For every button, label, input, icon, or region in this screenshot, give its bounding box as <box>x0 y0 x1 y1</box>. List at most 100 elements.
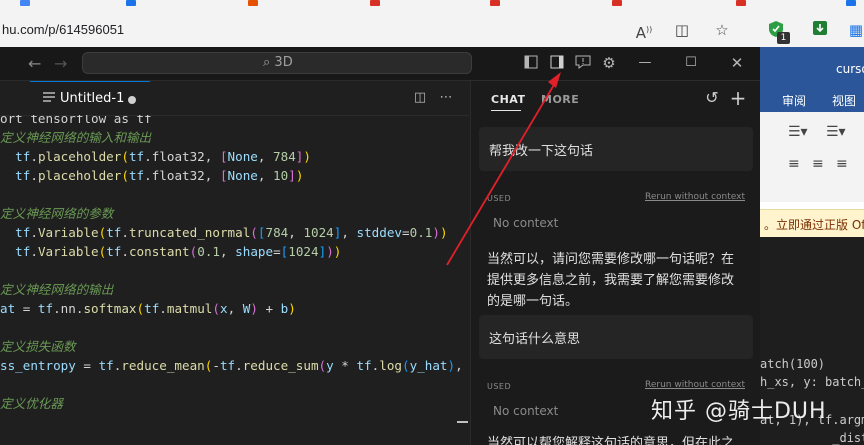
background-code-line: _dist <box>760 431 864 445</box>
code-line[interactable]: tf.Variable(tf.truncated_normal([784, 10… <box>0 223 447 242</box>
reply-line: 当然可以，请问您需要修改哪一句话呢？在 <box>487 252 735 267</box>
code-token: tf <box>106 225 122 240</box>
code-token: Variable <box>37 244 99 259</box>
no-context-label: No context <box>493 404 559 418</box>
minimize-icon[interactable]: — <box>637 55 653 71</box>
extension-badge: 1 <box>777 32 790 44</box>
code-line[interactable]: 定义优化器 <box>0 394 63 413</box>
search-icon: ⌕ <box>263 55 271 70</box>
tab-more[interactable]: MORE <box>541 93 579 106</box>
minimap-scroll-marker[interactable] <box>457 421 468 423</box>
license-notice-bar: 。立即通过正版 Of <box>760 209 864 239</box>
code-line[interactable]: tf.Variable(tf.constant(0.1, shape=[1024… <box>0 242 341 261</box>
code-line[interactable]: at = tf.nn.softmax(tf.matmul(x, W) + b) <box>0 299 296 318</box>
code-token: .float32, <box>144 168 220 183</box>
license-notice-text[interactable]: 。立即通过正版 Of <box>764 216 864 233</box>
reply-line: 提供更多信息之前，我需要了解您需要修改 <box>487 273 735 288</box>
code-token: 定义神经网络的参数 <box>0 206 114 221</box>
code-token: , <box>219 244 236 259</box>
code-token: tf <box>219 358 236 373</box>
code-token: . <box>30 168 38 183</box>
code-token: . <box>159 301 167 316</box>
unsaved-dot-icon[interactable] <box>128 96 136 104</box>
feedback-icon[interactable] <box>575 55 591 71</box>
align-right-icon[interactable]: ≡ <box>836 156 848 172</box>
used-label: USED <box>487 382 512 391</box>
word-ribbon: ☰▾ ☰▾ ≡ ≡ ≡ <box>760 112 864 202</box>
code-token: ( <box>250 225 258 240</box>
chat-panel: CHAT MORE ↺ + 帮我改一下这句话 USED Rerun withou… <box>470 81 760 445</box>
code-editor-window: ← → ⌕ 3D ⚙ — ☐ ✕ Untitled-1 ◫ ⋯ ort tens… <box>0 47 760 445</box>
sidebar-icon[interactable]: ▦ <box>846 20 864 40</box>
user-message-text: 这句话什么意思 <box>489 332 581 347</box>
close-icon[interactable]: ✕ <box>729 55 745 71</box>
align-center-icon[interactable]: ≡ <box>812 156 824 172</box>
code-token: 784 <box>273 149 296 164</box>
download-extension-icon[interactable] <box>810 20 830 40</box>
favorite-icon[interactable]: ☆ <box>712 20 732 40</box>
rerun-without-context-link[interactable]: Rerun without context <box>645 380 745 390</box>
forward-arrow-icon[interactable]: → <box>54 54 67 73</box>
maximize-icon[interactable]: ☐ <box>683 55 699 71</box>
code-area[interactable]: ort tensorflow as tf 定义神经网络的输入和输出 tf.plac… <box>0 115 469 445</box>
code-token: 0.1 <box>197 244 220 259</box>
rerun-without-context-link[interactable]: Rerun without context <box>645 192 745 202</box>
editor-title-bar: ← → ⌕ 3D ⚙ — ☐ ✕ <box>0 47 760 81</box>
bullet-list-icon[interactable]: ☰▾ <box>788 124 808 140</box>
code-line[interactable]: 定义神经网络的参数 <box>0 204 113 223</box>
word-ribbon-tabs: 审阅 视图 <box>760 87 864 112</box>
code-line[interactable]: tf.placeholder(tf.float32, [None, 784]) <box>0 147 311 166</box>
code-line[interactable]: ss_entropy = tf.reduce_mean(-tf.reduce_s… <box>0 356 463 375</box>
code-token: ( <box>121 168 129 183</box>
code-token: 784 <box>265 225 289 240</box>
code-line[interactable]: ort tensorflow as tf <box>0 115 152 128</box>
code-token: [ <box>219 168 228 183</box>
background-code-line: atch(100) <box>760 357 826 371</box>
back-arrow-icon[interactable]: ← <box>28 54 41 73</box>
command-center-search[interactable]: ⌕ 3D <box>82 52 472 74</box>
code-token: Variable <box>37 225 99 240</box>
editor-tab-bar: Untitled-1 ◫ ⋯ <box>0 81 469 116</box>
tab-untitled-1[interactable]: Untitled-1 <box>30 81 150 115</box>
code-line[interactable]: 定义神经网络的输入和输出 <box>0 128 151 147</box>
code-line[interactable]: tf.placeholder(tf.float32, [None, 10]) <box>0 166 303 185</box>
zhihu-watermark: 知乎 @骑士DUH <box>651 399 827 424</box>
new-chat-plus-icon[interactable]: + <box>729 88 747 108</box>
browser-toolbar: hu.com/p/614596051 A)) ◫ ☆ 1 ▦ <box>0 0 864 48</box>
numbered-list-icon[interactable]: ☰▾ <box>826 124 846 140</box>
no-context-label: No context <box>493 216 559 230</box>
code-token: , <box>257 168 274 183</box>
toggle-primary-sidebar-icon[interactable] <box>523 55 539 71</box>
code-token: reduce_mean <box>121 358 205 373</box>
code-line[interactable]: 定义损失函数 <box>0 337 76 356</box>
toggle-secondary-sidebar-icon[interactable] <box>549 55 565 71</box>
code-token: = <box>75 358 99 373</box>
settings-gear-icon[interactable]: ⚙ <box>601 55 617 71</box>
history-icon[interactable]: ↺ <box>703 89 721 107</box>
align-left-icon[interactable]: ≡ <box>788 156 800 172</box>
code-line[interactable]: 定义神经网络的输出 <box>0 280 113 299</box>
code-token: . <box>30 244 38 259</box>
code-token: placeholder <box>37 149 122 164</box>
command-center-label: ⌕ 3D <box>263 55 293 70</box>
code-token: . <box>30 225 38 240</box>
code-token: reduce_sum <box>242 358 319 373</box>
more-actions-icon[interactable]: ⋯ <box>438 90 454 106</box>
split-editor-icon[interactable]: ◫ <box>412 90 428 106</box>
code-token: ( <box>401 358 410 373</box>
code-token: constant <box>128 244 190 259</box>
browser-tab-strip[interactable] <box>0 0 864 8</box>
code-token: ( <box>318 358 327 373</box>
code-token: shape <box>235 244 274 259</box>
split-view-icon[interactable]: ◫ <box>672 20 692 40</box>
address-bar-url[interactable]: hu.com/p/614596051 <box>2 22 124 37</box>
tab-chat[interactable]: CHAT <box>491 93 525 106</box>
ribbon-tab-view[interactable]: 视图 <box>832 92 856 109</box>
read-aloud-icon[interactable]: A)) <box>634 20 654 42</box>
code-token: = <box>273 244 281 259</box>
code-token: tf <box>356 358 372 373</box>
ribbon-tab-review[interactable]: 审阅 <box>782 92 806 109</box>
code-token: , <box>341 225 357 240</box>
